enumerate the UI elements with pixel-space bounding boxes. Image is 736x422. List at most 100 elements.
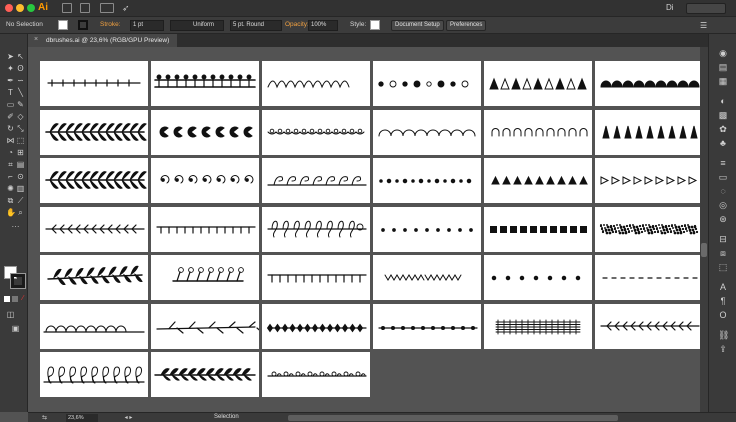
artboard-spaced-dots[interactable] [484,255,592,300]
asset-export-panel-icon[interactable]: ⇪ [718,344,728,354]
eraser-tool-icon[interactable]: ◇ [16,112,25,121]
hand-tool-icon[interactable]: ✋ [6,208,16,217]
pen-tool-icon[interactable]: ✒ [6,76,15,85]
paragraph-panel-icon[interactable]: ¶ [718,296,728,306]
mesh-tool-icon[interactable]: ⌗ [6,160,15,169]
arrange-documents-icon[interactable] [100,3,114,13]
artboard-speckle-band[interactable] [595,206,703,252]
artboard-arrow-line[interactable] [595,303,703,349]
horizontal-scroll-thumb[interactable] [288,415,618,421]
type-tool-icon[interactable]: T [6,88,15,97]
search-input[interactable] [686,3,726,14]
stroke-color-box[interactable] [10,273,26,289]
paintbrush-tool-icon[interactable]: ✎ [16,100,25,109]
artboard-scallop-arcs[interactable] [373,109,481,155]
artboard-comb-line-long[interactable] [262,255,370,300]
symbols-panel-icon[interactable]: ♣ [718,138,728,148]
artboard-small-arches[interactable] [484,109,592,155]
shape-builder-tool-icon[interactable]: ◔ [6,148,15,157]
artboard-dot-line[interactable] [373,303,481,349]
width-tool-icon[interactable]: ⋈ [6,136,15,145]
artboard-sparse-dots[interactable] [373,206,481,252]
preferences-button[interactable]: Preferences [446,20,487,31]
artboard-filled-triangles[interactable] [484,158,592,203]
rectangle-tool-icon[interactable]: ▭ [6,100,15,109]
artboard-leaf-garland[interactable] [151,352,259,397]
pathfinder-panel-icon[interactable]: ⧈ [718,248,728,258]
zoom-tool-icon[interactable]: ⌕ [16,208,25,217]
zoom-window-button[interactable] [27,4,35,12]
gradient-tool-icon[interactable]: ▤ [16,160,25,169]
artboard-bead-curls[interactable] [262,352,370,397]
blend-tool-icon[interactable]: ⊙ [16,172,25,181]
selection-tool-icon[interactable]: ➤ [6,52,15,61]
minimize-window-button[interactable] [16,4,24,12]
artboard-music-staff[interactable] [484,303,592,349]
artboard-branch-leaves[interactable] [40,255,148,300]
opacity-field[interactable]: 100% [308,20,338,31]
screen-mode-icon[interactable]: ▣ [11,324,20,333]
artboard-outline-triangles[interactable] [595,158,703,203]
opacity-label[interactable]: Opacity: [285,21,309,28]
arrange-icon[interactable]: ☰ [700,21,707,30]
artboard-arcs-line[interactable] [40,303,148,349]
appearance-panel-icon[interactable]: ◎ [718,200,728,210]
symbol-sprayer-tool-icon[interactable]: ✺ [6,184,15,193]
eyedropper-tool-icon[interactable]: ⌐ [6,172,15,181]
canvas[interactable] [28,47,708,412]
align-panel-icon[interactable]: ⊟ [718,234,728,244]
artboard-dots-row[interactable] [373,158,481,203]
brush-definition[interactable]: 5 pt. Round [230,20,282,31]
free-transform-tool-icon[interactable]: ⬚ [16,136,25,145]
vertical-scroll-thumb[interactable] [701,243,707,257]
artboard-bead-string[interactable] [262,109,370,155]
graphic-styles-panel-icon[interactable]: ⊛ [718,214,728,224]
transform-panel-icon[interactable]: ⬚ [718,262,728,272]
swatches-panel-icon[interactable]: ▩ [718,110,728,120]
artboard-flourish-loops[interactable] [262,206,370,252]
stroke-weight-field[interactable]: 1 pt [130,20,164,31]
magic-wand-tool-icon[interactable]: ✦ [6,64,15,73]
artboard-navigation-icon[interactable]: ◂ ▸ [124,414,133,422]
direct-selection-tool-icon[interactable]: ↖ [16,52,25,61]
artboard-triangles-row[interactable] [484,61,592,106]
line-tool-icon[interactable]: ╲ [16,88,25,97]
stroke-label[interactable]: Stroke: [100,21,121,28]
artboard-zigzag[interactable] [373,255,481,300]
opentype-panel-icon[interactable]: O [718,310,728,320]
gpu-performance-icon[interactable]: ➶ [122,3,132,13]
stroke-panel-icon[interactable]: ≡ [718,158,728,168]
artboard-tool-icon[interactable]: ⧉ [6,196,15,205]
stock-icon[interactable] [80,3,90,13]
navigation-icon[interactable]: ⇆ [40,414,49,422]
edit-toolbar-icon[interactable]: ··· [11,222,20,231]
artboard-knot-dots[interactable] [262,303,370,349]
gradient-panel-icon[interactable]: ▭ [718,172,728,182]
perspective-grid-tool-icon[interactable]: ⊞ [16,148,25,157]
artboard-comb-line[interactable] [151,206,259,252]
zoom-level-field[interactable]: 23,6% [66,414,98,422]
links-panel-icon[interactable]: ⛓ [718,330,729,340]
drawing-modes-icon[interactable]: ◫ [6,310,15,319]
artboard-blocks-row[interactable] [484,206,592,252]
brushes-panel-icon[interactable]: ✿ [718,124,728,134]
variable-width-profile[interactable]: Uniform [170,20,224,31]
libraries-panel-icon[interactable]: ▦ [718,76,728,86]
artboard-vine-curls[interactable] [262,158,370,203]
transparency-panel-icon[interactable]: ◌ [718,186,728,196]
slice-tool-icon[interactable]: ⟋ [16,196,25,205]
bridge-icon[interactable] [62,3,72,13]
graphic-style-swatch[interactable] [370,20,380,30]
stroke-swatch[interactable] [78,20,88,30]
artboard-mixed-dots[interactable] [373,61,481,106]
lasso-tool-icon[interactable]: ʘ [16,64,25,73]
vertical-scrollbar[interactable] [700,47,708,412]
gradient-mode-icon[interactable] [12,296,18,302]
artboard-half-domes[interactable] [595,61,703,106]
color-mode-icon[interactable] [4,296,10,302]
artboard-twig-line[interactable] [151,303,259,349]
artboard-loop-cursive[interactable] [262,61,370,106]
artboard-fence-bar[interactable] [151,61,259,106]
rotate-tool-icon[interactable]: ↻ [6,124,15,133]
color-panel-icon[interactable]: ◐ [718,96,728,106]
